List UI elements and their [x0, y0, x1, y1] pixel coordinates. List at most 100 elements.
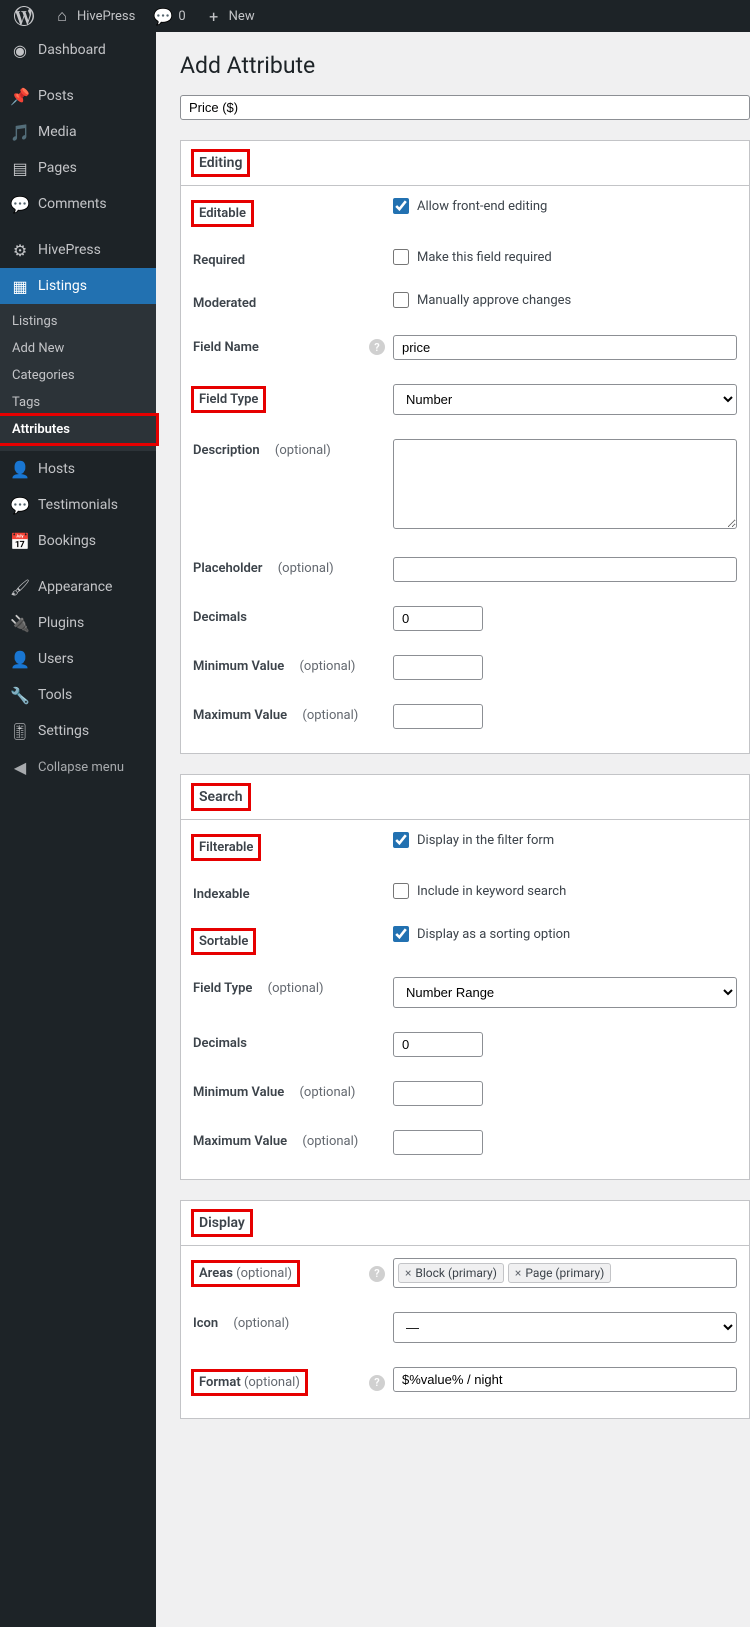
admin-toolbar: ⌂HivePress 💬0 +New	[0, 0, 750, 32]
sidebar-item-media[interactable]: 🎵Media	[0, 114, 156, 150]
remove-tag-icon[interactable]: ×	[515, 1266, 521, 1280]
sortable-checkbox[interactable]	[393, 926, 409, 942]
required-checkbox[interactable]	[393, 249, 409, 265]
sortable-checkbox-label[interactable]: Display as a sorting option	[393, 926, 737, 942]
sidebar-label-settings: Settings	[38, 723, 89, 739]
sidebar-label-hosts: Hosts	[38, 461, 75, 477]
search-field-type-select[interactable]: Number Range	[393, 977, 737, 1008]
plus-icon: +	[204, 6, 224, 26]
new-content-menu[interactable]: +New	[198, 6, 261, 26]
sidebar-item-appearance[interactable]: 🖌Appearance	[0, 569, 156, 605]
sidebar-item-bookings[interactable]: 📅 Bookings	[0, 523, 156, 559]
help-icon[interactable]: ?	[369, 339, 385, 355]
filterable-label: Filterable	[193, 836, 259, 859]
sidebar-item-dashboard[interactable]: ◉Dashboard	[0, 32, 156, 68]
attribute-title-input[interactable]	[180, 95, 750, 120]
moderated-checkbox-label[interactable]: Manually approve changes	[393, 292, 737, 308]
format-label-wrap: Format (optional)	[193, 1371, 306, 1394]
sub-item-add-new[interactable]: Add New	[0, 335, 156, 362]
optional-text: (optional)	[236, 1266, 292, 1281]
media-icon: 🎵	[10, 122, 30, 142]
sidebar-label-tools: Tools	[38, 687, 72, 703]
pin-icon: 📌	[10, 86, 30, 106]
wordpress-icon	[14, 6, 34, 26]
format-input[interactable]	[393, 1367, 737, 1392]
max-value-label: Maximum Value	[193, 708, 287, 723]
indexable-checkbox[interactable]	[393, 883, 409, 899]
moderated-checkbox[interactable]	[393, 292, 409, 308]
sidebar-item-hosts[interactable]: 👤Hosts	[0, 451, 156, 487]
sidebar-item-comments[interactable]: 💬 Comments	[0, 186, 156, 222]
min-value-label: Minimum Value	[193, 659, 284, 674]
sidebar-item-hivepress[interactable]: ⚙HivePress	[0, 232, 156, 268]
decimals-label: Decimals	[193, 610, 247, 625]
decimals-input[interactable]	[393, 606, 483, 631]
optional-text: (optional)	[268, 981, 324, 996]
sidebar-item-tools[interactable]: 🔧Tools	[0, 677, 156, 713]
moderated-text: Manually approve changes	[417, 293, 571, 308]
comments-menu[interactable]: 💬0	[147, 6, 191, 26]
wp-logo-menu[interactable]	[8, 6, 40, 26]
sub-item-listings[interactable]: Listings	[0, 308, 156, 335]
help-icon[interactable]: ?	[369, 1375, 385, 1391]
sliders-icon: 🎚	[10, 721, 30, 741]
editable-text: Allow front-end editing	[417, 199, 547, 214]
comments-count: 0	[178, 9, 185, 24]
field-name-input[interactable]	[393, 335, 737, 360]
area-tag-label: Block (primary)	[415, 1266, 497, 1280]
required-checkbox-label[interactable]: Make this field required	[393, 249, 737, 265]
sidebar-label-dashboard: Dashboard	[38, 42, 106, 58]
sidebar-item-posts[interactable]: 📌Posts	[0, 78, 156, 114]
placeholder-input[interactable]	[393, 557, 737, 582]
collapse-label: Collapse menu	[38, 760, 124, 775]
list-icon: ▦	[10, 276, 30, 296]
comments-icon: 💬	[10, 194, 30, 214]
sidebar-label-hivepress: HivePress	[38, 242, 101, 258]
sidebar-item-settings[interactable]: 🎚 Settings	[0, 713, 156, 749]
sidebar-label-plugins: Plugins	[38, 615, 84, 631]
icon-select[interactable]: —	[393, 1312, 737, 1343]
area-tag: ×Page (primary)	[508, 1263, 611, 1283]
areas-label: Areas	[199, 1266, 233, 1281]
sidebar-item-listings[interactable]: ▦Listings	[0, 268, 156, 304]
filterable-checkbox-label[interactable]: Display in the filter form	[393, 832, 737, 848]
search-decimals-input[interactable]	[393, 1032, 483, 1057]
sidebar-item-plugins[interactable]: 🔌Plugins	[0, 605, 156, 641]
areas-tags-input[interactable]: × Block (primary) ×Page (primary)	[393, 1258, 737, 1288]
search-max-input[interactable]	[393, 1130, 483, 1155]
min-value-input[interactable]	[393, 655, 483, 680]
field-type-select[interactable]: Number	[393, 384, 737, 415]
filterable-checkbox[interactable]	[393, 832, 409, 848]
sidebar-label-testimonials: Testimonials	[38, 497, 118, 513]
sidebar-item-pages[interactable]: ▤Pages	[0, 150, 156, 186]
sidebar-label-comments: Comments	[38, 196, 107, 212]
required-label: Required	[193, 253, 245, 268]
sidebar-item-testimonials[interactable]: 💬Testimonials	[0, 487, 156, 523]
collapse-menu[interactable]: ◀Collapse menu	[0, 749, 156, 785]
home-icon: ⌂	[52, 6, 72, 26]
remove-tag-icon[interactable]: ×	[405, 1266, 411, 1280]
help-icon[interactable]: ?	[369, 1266, 385, 1282]
sub-item-categories[interactable]: Categories	[0, 362, 156, 389]
max-value-input[interactable]	[393, 704, 483, 729]
format-label: Format	[199, 1375, 241, 1390]
icon-label: Icon	[193, 1316, 218, 1331]
sub-item-tags[interactable]: Tags	[0, 389, 156, 416]
sidebar-item-users[interactable]: 👤Users	[0, 641, 156, 677]
indexable-checkbox-label[interactable]: Include in keyword search	[393, 883, 737, 899]
search-heading-text: Search	[193, 785, 249, 809]
sidebar-label-bookings: Bookings	[38, 533, 96, 549]
search-min-input[interactable]	[393, 1081, 483, 1106]
site-name-menu[interactable]: ⌂HivePress	[46, 6, 141, 26]
description-textarea[interactable]	[393, 439, 737, 529]
optional-text: (optional)	[299, 659, 355, 674]
calendar-icon: 📅	[10, 531, 30, 551]
editable-checkbox-label[interactable]: Allow front-end editing	[393, 198, 737, 214]
sortable-label: Sortable	[193, 930, 254, 953]
sub-item-attributes[interactable]: Attributes	[0, 416, 156, 443]
areas-label-wrap: Areas (optional)	[193, 1262, 298, 1285]
editable-checkbox[interactable]	[393, 198, 409, 214]
search-decimals-label: Decimals	[193, 1036, 247, 1051]
field-name-label: Field Name	[193, 340, 259, 355]
indexable-label: Indexable	[193, 887, 250, 902]
